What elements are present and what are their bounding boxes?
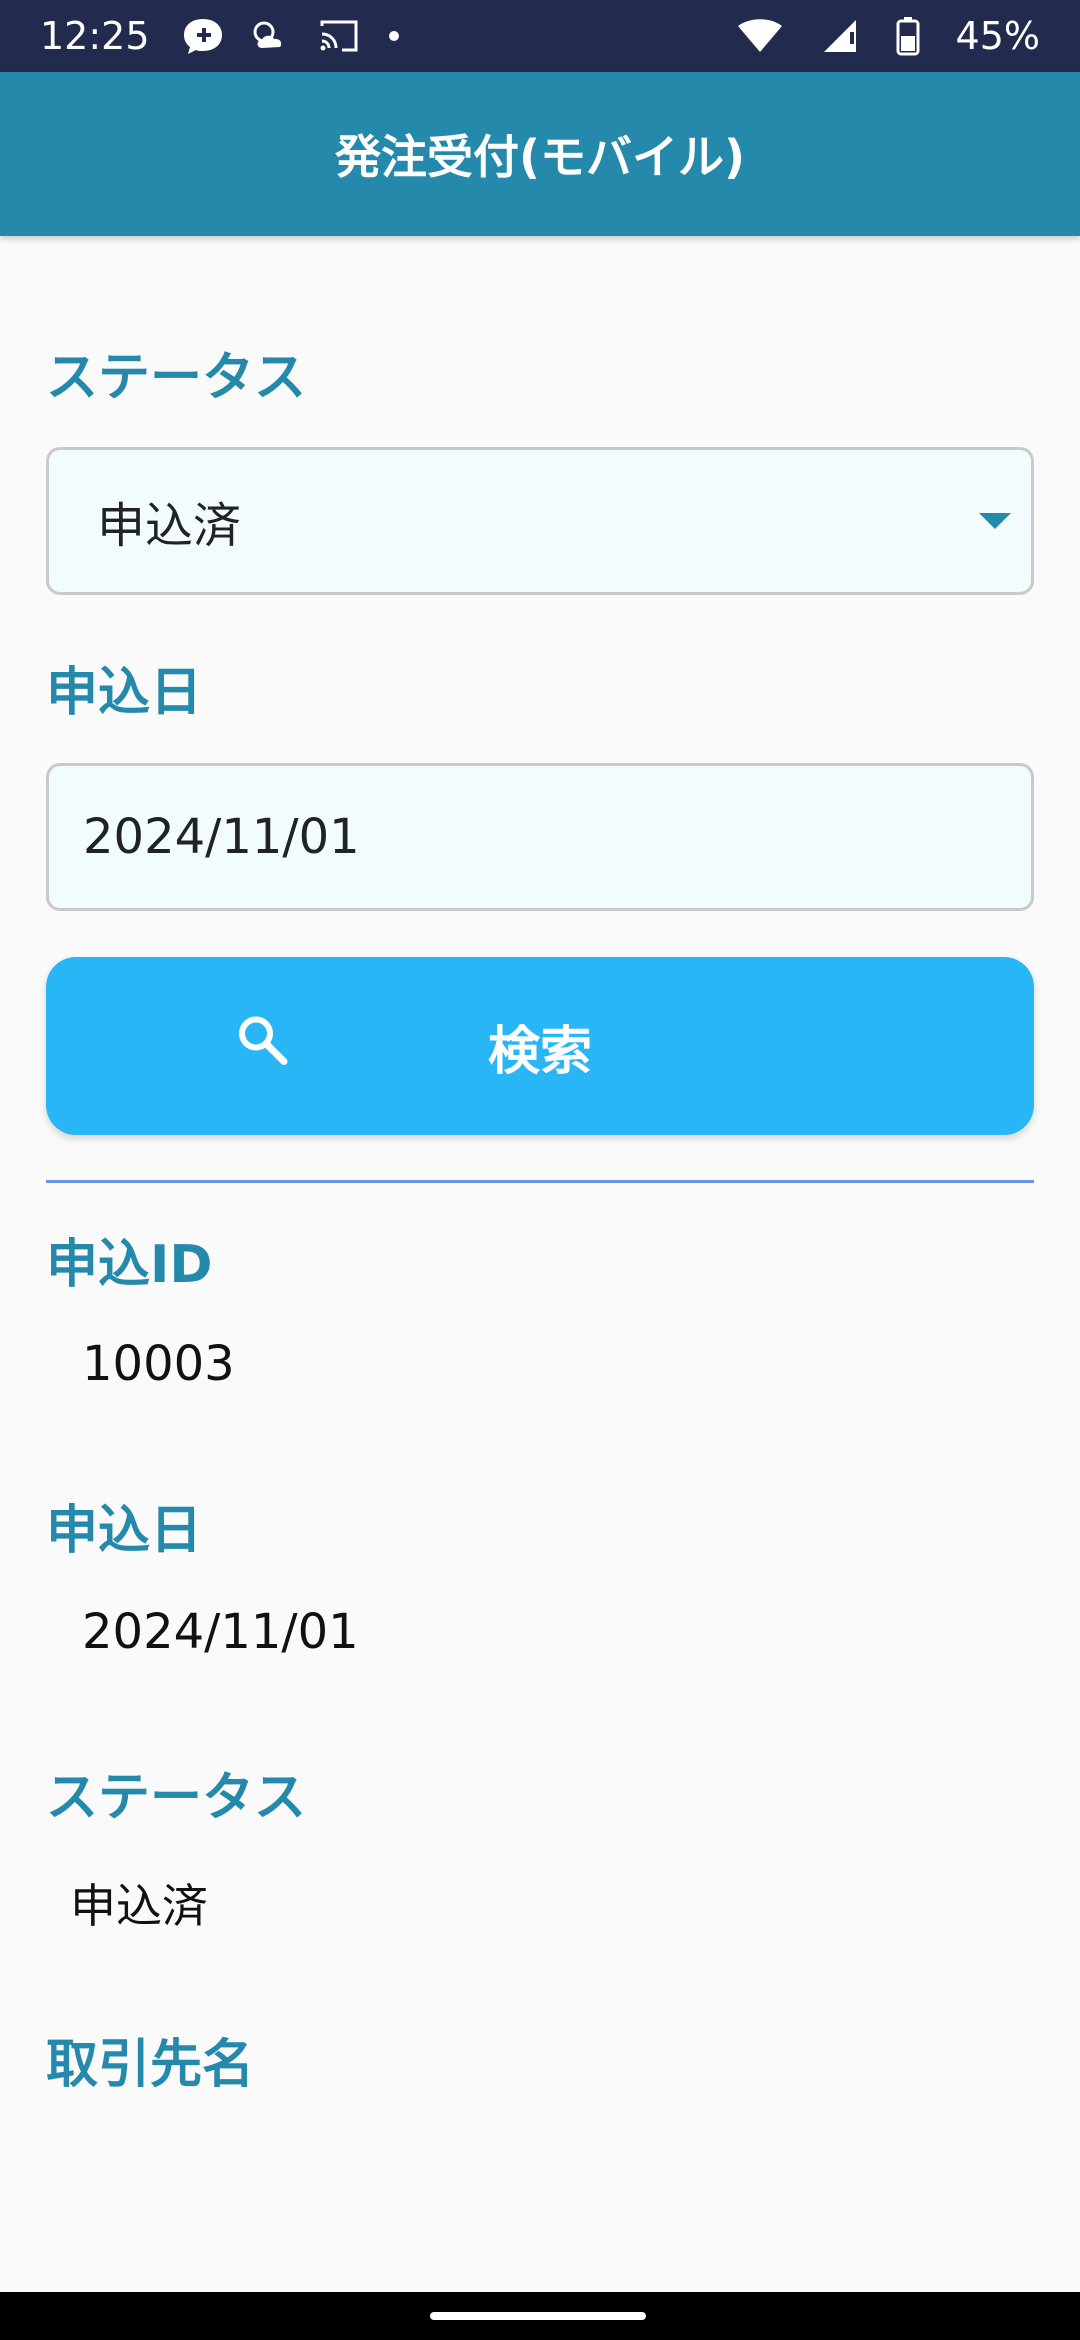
search-button-label: 検索 [487,1021,592,1082]
messenger-icon [180,16,226,56]
status-select-value: 申込済 [97,498,242,554]
divider [46,1180,1034,1183]
wifi-icon [736,16,784,56]
date-input-value: 2024/11/01 [83,809,360,865]
status-time: 12:25 [40,14,150,58]
chevron-down-icon [979,513,1011,529]
dot-icon [384,26,404,46]
result-status-label: ステータス [46,1768,307,1828]
search-button[interactable]: 検索 [46,957,1034,1135]
result-id-label: 申込ID [46,1235,213,1295]
weather-icon [248,16,294,56]
status-bar: 12:25 45% [0,0,1080,72]
date-label: 申込日 [46,663,203,723]
result-date-label: 申込日 [46,1501,203,1561]
date-input[interactable]: 2024/11/01 [46,763,1034,911]
app-bar: 発注受付(モバイル) [0,72,1080,236]
home-handle[interactable] [430,2312,646,2320]
result-status-value: 申込済 [70,1879,208,1933]
status-select[interactable]: 申込済 [46,447,1034,595]
signal-icon [820,16,860,56]
result-id-value: 10003 [82,1336,235,1392]
navigation-bar [0,2292,1080,2340]
page-title: 発注受付(モバイル) [334,130,746,184]
status-label: ステータス [46,348,307,408]
result-date-value: 2024/11/01 [82,1604,359,1660]
battery-icon [896,16,920,56]
battery-percent: 45% [955,14,1040,58]
cast-icon [316,16,362,56]
result-customer-label: 取引先名 [46,2035,255,2095]
search-icon [232,1010,292,1083]
